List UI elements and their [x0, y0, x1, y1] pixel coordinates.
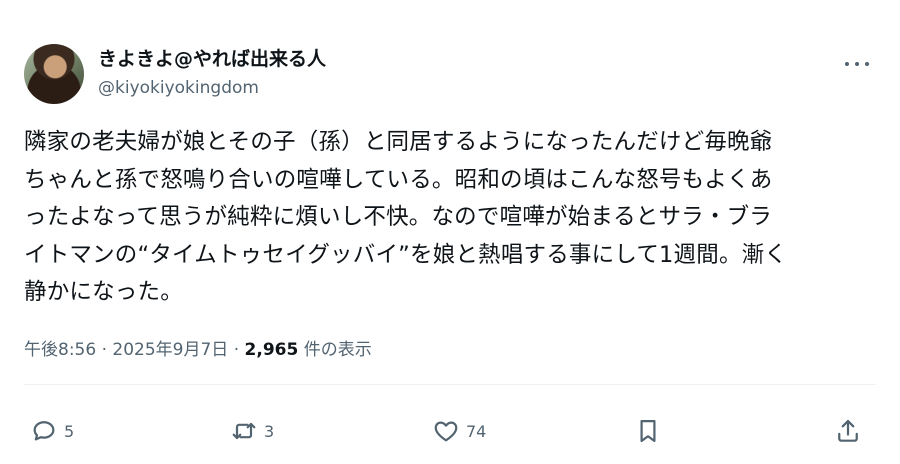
bookmark-icon — [640, 419, 656, 443]
previous-item-fragment — [0, 0, 900, 4]
tweet-meta: 午後8:56 · 2025年9月7日 · 2,965 件の表示 — [24, 338, 372, 362]
repost-count: 3 — [264, 421, 275, 441]
repost-arrows-icon — [232, 422, 256, 440]
more-dot — [865, 62, 869, 66]
like-count: 74 — [466, 421, 487, 441]
more-dots-icon — [845, 62, 849, 66]
tweet-header: きよきよ@やれば出来る人 @kiyokiyokingdom — [24, 44, 876, 106]
display-name[interactable]: きよきよ@やれば出来る人 — [98, 46, 326, 72]
more-dot — [855, 62, 859, 66]
like-button[interactable]: 74 — [432, 414, 486, 448]
meta-separator: · — [233, 340, 240, 360]
divider — [24, 384, 876, 385]
action-bar: 5 3 74 — [30, 414, 870, 448]
tweet-date[interactable]: 2025年9月7日 — [112, 340, 228, 360]
author-names: きよきよ@やれば出来る人 @kiyokiyokingdom — [98, 46, 326, 100]
more-options-button[interactable] — [842, 54, 872, 74]
views-label: 件の表示 — [303, 340, 372, 360]
reply-button[interactable]: 5 — [30, 414, 74, 448]
tweet-text: 隣家の老夫婦が娘とその子（孫）と同居するようになったんだけど毎晩爺 ちゃんと孫で… — [24, 129, 788, 305]
user-handle[interactable]: @kiyokiyokingdom — [98, 76, 326, 100]
reply-bubble-icon — [33, 421, 55, 441]
views-count: 2,965 — [244, 340, 299, 360]
repost-button[interactable]: 3 — [230, 414, 274, 448]
tweet-time[interactable]: 午後8:56 — [24, 340, 96, 360]
meta-separator: · — [101, 340, 107, 360]
share-button[interactable] — [834, 414, 862, 448]
heart-icon — [434, 421, 458, 442]
share-upload-icon — [838, 419, 858, 442]
reply-count: 5 — [64, 421, 75, 441]
avatar[interactable] — [24, 44, 84, 104]
bookmark-button[interactable] — [634, 414, 662, 448]
